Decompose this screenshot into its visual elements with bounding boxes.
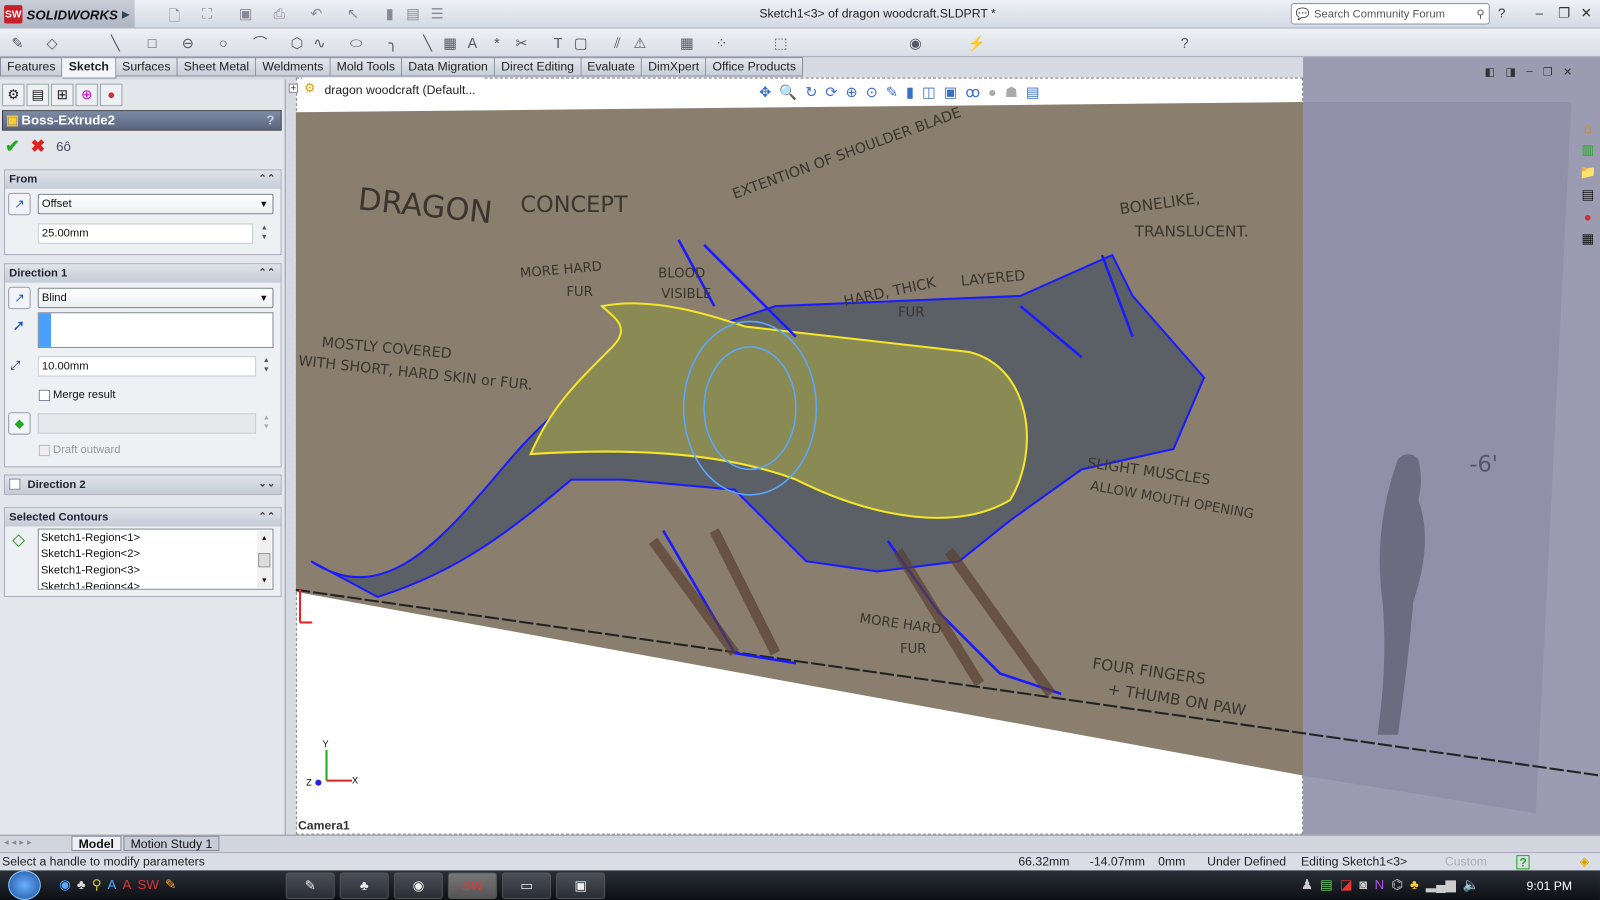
home-icon[interactable]: ⌂ [1577, 120, 1599, 135]
pan-icon[interactable]: ✥ [759, 84, 771, 101]
tray-people-icon[interactable]: ♣ [1410, 877, 1419, 893]
hide-show-icon[interactable]: ꝏ [965, 84, 980, 101]
taskbar-app-globe[interactable]: ◉ [393, 872, 443, 899]
view-name-label: Camera1 [297, 818, 350, 833]
antivirus-icon[interactable]: ◪ [1340, 877, 1353, 893]
people-icon[interactable]: ♣ [77, 877, 86, 893]
sketch-plane [1303, 102, 1572, 814]
refresh-icon[interactable]: ⟳ [825, 84, 837, 101]
part-icon: ⚙ [304, 80, 316, 95]
viewport-window-controls: ◧ ◨ – ❐ ✕ [1485, 65, 1573, 78]
volume-icon[interactable]: 🔈 [1463, 877, 1480, 893]
zoom-to-fit-icon[interactable]: 🔍 [779, 84, 797, 101]
taskbar-clock[interactable]: 9:01 PM [1527, 879, 1573, 893]
annotation: -6' [1469, 451, 1498, 477]
autocad-icon[interactable]: A [108, 877, 117, 893]
design-library-icon[interactable]: ▥ [1577, 142, 1599, 158]
tab-model[interactable]: Model [71, 835, 122, 852]
network-user-icon[interactable]: ♟ [1301, 877, 1313, 893]
zoom-area-icon[interactable]: ⊕ [846, 84, 858, 101]
annotation: FUR [566, 285, 593, 300]
minimize-doc-icon[interactable]: – [1526, 65, 1532, 78]
rotate-icon[interactable]: ↻ [805, 84, 817, 101]
annotation: BLOOD [658, 267, 705, 282]
annotation: VISIBLE [661, 287, 711, 302]
scene-icon[interactable]: ☗ [1005, 84, 1018, 101]
help-status-icon[interactable]: ? [1516, 855, 1530, 870]
quick-launch: ◉ ♣ ⚲ A A SW ✎ [59, 877, 176, 893]
task-pane-tabs: ⌂ ▥ 📁 ▤ ● ▦ [1577, 120, 1599, 247]
sketch-status: Under Defined [1207, 854, 1287, 869]
editing-status: Editing Sketch1<3> [1301, 854, 1408, 869]
tile-right-icon[interactable]: ◨ [1506, 65, 1517, 78]
zoom-in-icon[interactable]: ⊙ [866, 84, 878, 101]
pencil-icon[interactable]: ✎ [165, 877, 176, 893]
annotation: TRANSLUCENT. [1134, 223, 1249, 241]
tab-scroll-arrows-icon[interactable]: ◂◂▸▸ [4, 837, 35, 848]
units-selector[interactable]: Custom [1445, 854, 1487, 868]
status-message: Select a handle to modify parameters [2, 854, 205, 869]
triad-y-label: Y [322, 739, 328, 749]
section-view-icon[interactable]: ▮ [906, 84, 914, 101]
triad-x-label: X [352, 776, 358, 786]
status-x-coordinate: 66.32mm [1018, 854, 1070, 869]
close-doc-icon[interactable]: ✕ [1563, 65, 1572, 78]
view-orientation-icon[interactable]: ◫ [922, 84, 936, 101]
status-z-coordinate: 0mm [1158, 854, 1186, 869]
coordinate-triad: Y X Z [306, 739, 358, 788]
onenote-icon[interactable]: N [1375, 877, 1385, 893]
signal-icon[interactable]: ▂▄▆ [1426, 877, 1456, 893]
taskbar-app-sketchbook[interactable]: ✎ [285, 872, 335, 899]
start-button[interactable] [8, 870, 41, 900]
taskbar-app-people[interactable]: ♣ [339, 872, 389, 899]
taskbar-app-window[interactable]: ▭ [502, 872, 552, 899]
annotation: FUR [900, 642, 927, 657]
system-tray: ♟ ▤ ◪ ◙ N ⌬ ♣ ▂▄▆ 🔈 [1301, 877, 1479, 893]
restore-doc-icon[interactable]: ❐ [1543, 65, 1553, 78]
annotation: FUR [898, 305, 925, 320]
file-explorer-icon[interactable]: 📁 [1577, 164, 1599, 180]
rebuild-status-icon[interactable]: ◈ [1580, 854, 1589, 868]
triad-z-label: Z [306, 778, 312, 788]
appearance-icon[interactable]: ● [988, 84, 997, 101]
usb-icon[interactable]: ⌬ [1391, 877, 1403, 893]
view-palette-icon[interactable]: ▤ [1577, 187, 1599, 203]
search-launch-icon[interactable]: ⚲ [92, 877, 102, 893]
bottom-tabs-bar [0, 834, 1600, 853]
sketch-canvas[interactable]: DRAGON CONCEPT EXTENTION OF SHOULDER BLA… [0, 0, 1600, 900]
status-y-coordinate: -14.07mm [1089, 854, 1145, 869]
custom-properties-icon[interactable]: ▦ [1577, 231, 1599, 247]
solidworks-launch-icon[interactable]: SW [137, 877, 158, 893]
display-style-icon[interactable]: ▣ [944, 84, 958, 101]
tile-left-icon[interactable]: ◧ [1485, 65, 1496, 78]
previous-view-icon[interactable]: ✎ [886, 84, 898, 101]
tree-root-label[interactable]: dragon woodcraft (Default... [324, 83, 475, 97]
acrobat-icon[interactable]: A [123, 877, 132, 893]
taskbar-app-picture[interactable]: ▣ [556, 872, 606, 899]
tray-app-icon[interactable]: ◙ [1359, 877, 1367, 893]
ie-icon[interactable]: ◉ [59, 877, 71, 893]
heads-up-view-toolbar: ✥ 🔍 ↻ ⟳ ⊕ ⊙ ✎ ▮ ◫ ▣ ꝏ ● ☗ ▤ [755, 83, 1044, 102]
appearances-icon[interactable]: ● [1577, 209, 1599, 224]
origin-marker [298, 589, 313, 624]
meter-icon[interactable]: ▤ [1320, 877, 1333, 893]
annotation: CONCEPT [520, 192, 627, 218]
view-settings-icon[interactable]: ▤ [1026, 84, 1040, 101]
taskbar-app-solidworks[interactable]: SW [447, 872, 497, 899]
expand-tree-icon[interactable]: + [288, 83, 298, 93]
tab-motion-study-1[interactable]: Motion Study 1 [123, 835, 220, 852]
